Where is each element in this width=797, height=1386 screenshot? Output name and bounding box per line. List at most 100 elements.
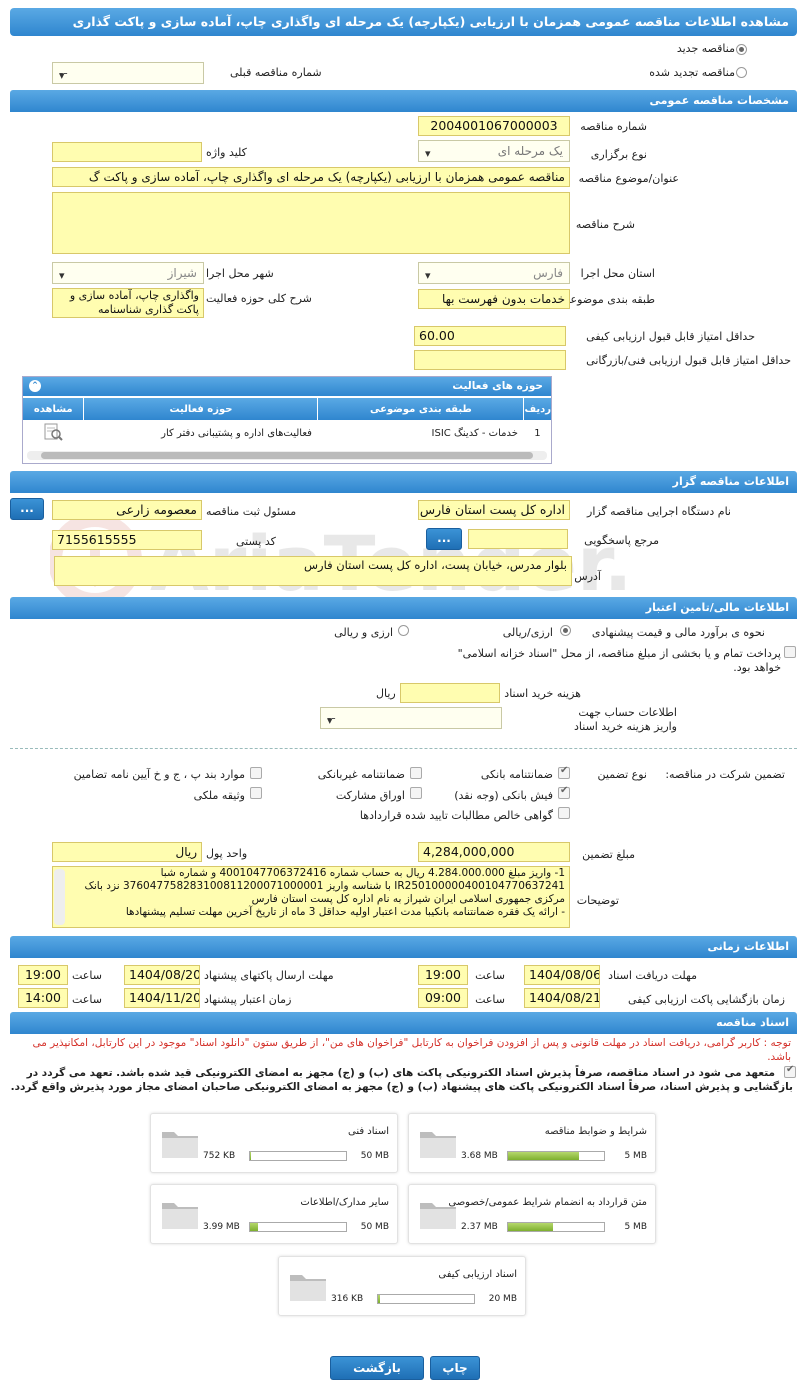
section-finance-header: اطلاعات مالی/تامین اعتبار [10,597,797,619]
file-size: 316 KB [331,1294,364,1304]
nonbank-guarantee-checkbox[interactable] [410,767,422,779]
radio-currency-and-rial[interactable] [398,625,409,636]
notes-scrollbar[interactable] [54,869,65,925]
file-card[interactable]: متن قرارداد به انضمام شرایط عمومی/خصوصی … [408,1184,656,1244]
org-label: نام دستگاه اجرایی مناقصه گزار [587,505,731,518]
keyword-label: کلید واژه [206,146,247,159]
min-quality-field[interactable]: 60.00 [414,326,566,346]
valid-date[interactable]: 1404/11/20 [124,988,200,1008]
org-field[interactable]: اداره کل پست استان فارس [418,500,570,520]
hold-type-value: یک مرحله ای [497,144,563,158]
ref-label: مرجع پاسخگویی [584,534,659,547]
notes-line: IR250100000400104770637241 با شناسه واری… [84,880,565,892]
file-size: 3.68 MB [461,1151,498,1161]
file-max: 5 MB [624,1222,647,1232]
folder-icon [162,1203,198,1229]
clause-label: موارد بند پ ، ج و خ آیین نامه تضامین [73,768,245,781]
desc-field[interactable] [52,192,570,254]
treasury-checkbox[interactable] [784,646,796,658]
property-checkbox[interactable] [250,787,262,799]
tender-number-field[interactable]: 2004001067000003 [418,116,570,136]
radio-new-tender[interactable] [736,44,747,55]
doc-fee-field[interactable] [400,683,500,703]
bonds-checkbox[interactable] [410,787,422,799]
send-date[interactable]: 1404/08/20 [124,965,200,985]
collapse-icon[interactable]: ⌃ [29,380,41,392]
page-title: مشاهده اطلاعات مناقصه عمومی همزمان با ار… [10,8,797,57]
col-view: مشاهده [33,403,73,415]
treasury-label: پرداخت تمام و یا بخشی از مبلغ مناقصه، از… [457,647,781,674]
print-button[interactable]: چاپ [430,1356,480,1380]
table-row: 1 خدمات - کدینگ ISIC فعالیت‌های اداره و … [23,420,551,446]
back-button[interactable]: بازگشت [330,1356,424,1380]
get-docs-time[interactable]: 19:00 [418,965,468,985]
resp-field[interactable]: معصومه زارعی [52,500,202,520]
open-time[interactable]: 09:00 [418,988,468,1008]
province-select[interactable]: فارس ▾ [418,262,570,284]
view-icon[interactable] [23,420,84,446]
currency-label: واحد پول [206,847,248,860]
prev-number-select[interactable]: -- ▾ [52,62,204,84]
time-label: ساعت [475,993,505,1006]
col-index: ردیف [523,398,551,420]
section-timing-header: اطلاعات زمانی [10,936,797,958]
account-label: اطلاعات حساب جهت واریز هزینه خرید اسناد [574,706,677,733]
receipt-checkbox[interactable] [558,785,570,799]
radio-renewed-tender[interactable] [736,67,747,78]
radio-currency-rial[interactable] [560,625,571,636]
currency-field[interactable]: ریال [52,842,202,862]
send-time[interactable]: 19:00 [18,965,68,985]
postal-field[interactable]: 7155615555 [52,530,202,550]
scope-field[interactable]: واگذاری چاپ، آماده سازی و پاکت گذاری شنا… [52,288,204,318]
clause-checkbox[interactable] [250,767,262,779]
amount-label: مبلغ تضمین [582,848,635,861]
file-size: 752 KB [203,1151,236,1161]
file-card[interactable]: اسناد فنی 50 MB 752 KB [150,1113,398,1173]
guarantee-part-label: تضمین شرکت در مناقصه: [665,768,785,781]
account-select[interactable]: -- ▾ [320,707,502,729]
ref-field[interactable] [468,529,568,549]
file-progress [377,1294,475,1304]
amount-field[interactable]: 4,284,000,000 [418,842,570,862]
file-name: متن قرارداد به انضمام شرایط عمومی/خصوصی [448,1197,647,1208]
claims-checkbox[interactable] [558,807,570,819]
file-progress-fill [250,1223,258,1231]
opt2-label: ارزی و ریالی [334,626,393,639]
valid-time[interactable]: 14:00 [18,988,68,1008]
notes-field[interactable]: 1- واریز مبلغ 4.284.000.000 ریال به حساب… [52,866,570,928]
file-progress-fill [378,1295,380,1303]
open-label: زمان بازگشایی پاکت ارزیابی کیفی [627,993,785,1006]
keyword-field[interactable] [52,142,202,162]
file-card[interactable]: سایر مدارک/اطلاعات 50 MB 3.99 MB [150,1184,398,1244]
open-date[interactable]: 1404/08/21 [524,988,600,1008]
address-field[interactable]: بلوار مدرس، خیابان پست، اداره کل پست است… [54,556,572,586]
horizontal-scrollbar[interactable] [27,451,547,460]
row-field: فعالیت‌های اداره و پشتیبانی دفتر کار [161,427,312,439]
hold-type-select[interactable]: یک مرحله ای ▾ [418,140,570,162]
address-label: آدرس [574,570,601,583]
city-select[interactable]: شیراز ▾ [52,262,204,284]
min-tech-field[interactable] [414,350,566,370]
activity-header: حوزه های فعالیت ⌃ [23,377,551,396]
receipt-label: فیش بانکی (وجه نقد) [454,789,553,802]
bank-guarantee-checkbox[interactable] [558,765,570,779]
file-card[interactable]: شرایط و ضوابط مناقصه 5 MB 3.68 MB [408,1113,656,1173]
valid-label: زمان اعتبار پیشنهاد [204,993,292,1006]
city-label: شهر محل اجرا [206,267,274,280]
file-card[interactable]: اسناد ارزیابی کیفی 20 MB 316 KB [278,1256,526,1316]
chevron-down-icon: ▾ [59,269,65,282]
resp-more-button[interactable]: ... [10,498,44,520]
file-progress-fill [250,1152,252,1160]
doc-fee-label: هزینه خرید اسناد [504,687,581,700]
property-label: وثیقه ملکی [193,789,245,802]
renewed-tender-label: مناقصه تجدید شده [649,66,735,79]
get-docs-date[interactable]: 1404/08/06 [524,965,600,985]
folder-icon [162,1132,198,1158]
prev-number-label: شماره مناقصه قبلی [230,66,322,79]
category-field[interactable]: خدمات بدون فهرست بها [418,289,570,309]
file-max: 50 MB [360,1222,389,1232]
ref-more-button[interactable]: ... [426,528,462,550]
nonbank-guarantee-label: ضمانتنامه غیربانکی [317,768,405,781]
subject-field[interactable]: مناقصه عمومی همزمان با ارزیابی (یکپارچه)… [52,167,570,187]
folder-icon [420,1132,456,1158]
